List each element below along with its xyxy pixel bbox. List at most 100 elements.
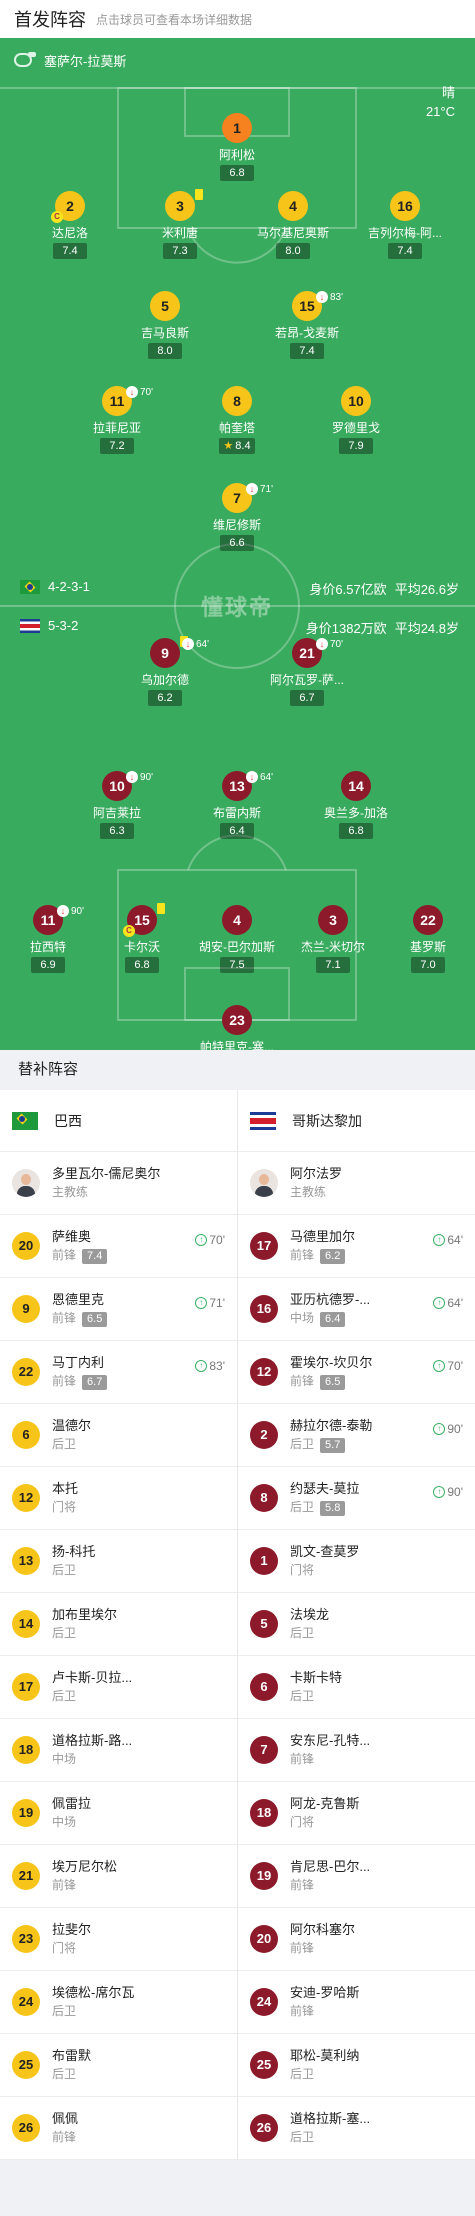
home-sub-row[interactable]: 23 拉斐尔 门将 xyxy=(0,1908,237,1971)
away-coach-row[interactable]: 阿尔法罗 主教练 xyxy=(238,1152,475,1215)
player-guimaraes[interactable]: 5 吉马良斯 8.0 xyxy=(110,291,220,359)
sub-info: 法埃龙 后卫 xyxy=(290,1606,329,1642)
sub-name: 凯文-查莫罗 xyxy=(290,1544,360,1559)
player-ramos[interactable]: 22 基罗斯 7.0 xyxy=(373,905,475,973)
sub-position: 中场 xyxy=(52,1813,91,1831)
home-sub-row[interactable]: 21 埃万尼尔松 前锋 xyxy=(0,1845,237,1908)
player-vargas[interactable]: 4 胡安-巴尔加斯 7.5 xyxy=(182,905,292,973)
home-sub-row[interactable]: 18 道格拉斯-路... 中场 xyxy=(0,1719,237,1782)
home-sub-row[interactable]: 25 布雷默 后卫 xyxy=(0,2034,237,2097)
rating-value: 6.6 xyxy=(229,537,245,549)
sub-number: 6 xyxy=(12,1421,40,1449)
sub-info: 马丁内利 前锋 6.7 xyxy=(52,1354,108,1390)
sub-off-indicator: ↓ 71' xyxy=(246,483,273,495)
home-sub-row[interactable]: 19 佩雷拉 中场 xyxy=(0,1782,237,1845)
player-marquinhos[interactable]: 4 马尔基尼奥斯 8.0 xyxy=(238,191,348,259)
away-sub-row[interactable]: 8 约瑟夫-莫拉 后卫 5.8 ↑ 90' xyxy=(238,1467,475,1530)
player-name: 阿利松 xyxy=(218,148,255,162)
player-number: 4 xyxy=(278,191,308,221)
player-raphinha[interactable]: 11 ↓ 70' 拉菲尼亚 7.2 xyxy=(62,386,172,454)
home-sub-row[interactable]: 9 恩德里克 前锋 6.5 ↑ 71' xyxy=(0,1278,237,1341)
away-sub-row[interactable]: 16 亚历杭德罗-... 中场 6.4 ↑ 64' xyxy=(238,1278,475,1341)
sub-minute: 83' xyxy=(330,291,344,303)
substitution-in-icon: ↑ xyxy=(195,1234,208,1246)
brazil-flag-icon xyxy=(20,579,40,594)
home-sub-row[interactable]: 6 温德尔 后卫 xyxy=(0,1404,237,1467)
home-coach-row[interactable]: 多里瓦尔-儒尼奥尔 主教练 xyxy=(0,1152,237,1215)
substitution-out-icon: ↓ xyxy=(246,771,258,783)
player-telles[interactable]: 16 吉列尔梅-阿... 7.4 xyxy=(350,191,460,259)
sub-position: 后卫 xyxy=(52,1561,95,1579)
away-sub-row[interactable]: 2 赫拉尔德-泰勒 后卫 5.7 ↑ 90' xyxy=(238,1404,475,1467)
home-team-name: 巴西 xyxy=(54,1112,82,1129)
player-zamora[interactable]: 21 ↓ 70' 阿尔瓦罗-萨... 6.7 xyxy=(252,638,362,706)
away-formation-text: 5-3-2 xyxy=(48,618,79,633)
away-sub-row[interactable]: 5 法埃龙 后卫 xyxy=(238,1593,475,1656)
sub-info: 卢卡斯-贝拉... 后卫 xyxy=(52,1669,132,1705)
away-sub-row[interactable]: 24 安迪-罗哈斯 前锋 xyxy=(238,1971,475,2034)
sub-in-minute: 90' xyxy=(447,1485,463,1499)
player-brenes[interactable]: 13 ↓ 64' 布雷内斯 6.4 xyxy=(182,771,292,839)
home-sub-row[interactable]: 12 本托 门将 xyxy=(0,1467,237,1530)
sub-number: 25 xyxy=(250,2051,278,2079)
player-vinicius[interactable]: 7 ↓ 71' 维尼修斯 6.6 xyxy=(182,483,292,551)
sub-position-text: 后卫 xyxy=(52,1437,77,1451)
rating-value: 6.2 xyxy=(157,692,173,704)
player-aguilera[interactable]: 10 ↓ 90' 阿吉莱拉 6.3 xyxy=(62,771,172,839)
team-bar: 塞萨尔-拉莫斯 xyxy=(0,46,126,74)
player-calvo[interactable]: 15 C 卡尔沃 6.8 xyxy=(87,903,197,973)
home-sub-row[interactable]: 13 扬-科托 后卫 xyxy=(0,1530,237,1593)
sub-name: 马丁内利 xyxy=(52,1355,105,1370)
player-paqueta[interactable]: 8 帕奎塔 ★ 8.4 xyxy=(182,386,292,454)
sub-in-indicator: ↑ 64' xyxy=(433,1296,463,1310)
sub-minute: 90' xyxy=(71,905,85,917)
rating-value: 6.7 xyxy=(299,692,315,704)
home-sub-row[interactable]: 22 马丁内利 前锋 6.7 ↑ 83' xyxy=(0,1341,237,1404)
away-sub-row[interactable]: 25 耶松-莫利纳 后卫 xyxy=(238,2034,475,2097)
away-sub-row[interactable]: 17 马德里加尔 前锋 6.2 ↑ 64' xyxy=(238,1215,475,1278)
sub-position: 后卫 xyxy=(52,2002,134,2020)
yellow-card-icon xyxy=(195,189,203,200)
away-sub-row[interactable]: 18 阿龙-克鲁斯 门将 xyxy=(238,1782,475,1845)
sub-number: 18 xyxy=(250,1799,278,1827)
sub-info: 凯文-查莫罗 门将 xyxy=(290,1543,359,1579)
player-ugalde[interactable]: 9 ↓ 64' 乌加尔德 6.2 xyxy=(110,636,220,706)
away-sub-row[interactable]: 7 安东尼-孔特... 前锋 xyxy=(238,1719,475,1782)
sub-position-text: 后卫 xyxy=(52,2067,77,2081)
away-sub-row[interactable]: 19 肯尼思-巴尔... 前锋 xyxy=(238,1845,475,1908)
player-number: 1 xyxy=(222,113,252,143)
player-sequeira[interactable]: 23帕特里克-塞...7.7 xyxy=(182,1005,292,1050)
sub-in-indicator: ↑ 90' xyxy=(433,1485,463,1499)
sub-off-indicator: ↓ 90' xyxy=(57,905,84,917)
home-sub-row[interactable]: 20 萨维奥 前锋 7.4 ↑ 70' xyxy=(0,1215,237,1278)
player-alisson[interactable]: 1 阿利松 6.8 xyxy=(182,113,292,181)
sub-name: 萨维奥 xyxy=(52,1229,92,1244)
home-sub-row[interactable]: 17 卢卡斯-贝拉... 后卫 xyxy=(0,1656,237,1719)
player-militao[interactable]: 3 米利唐 7.3 xyxy=(125,189,235,259)
away-sub-row[interactable]: 1 凯文-查莫罗 门将 xyxy=(238,1530,475,1593)
player-rodrygo[interactable]: 10 罗德里戈 7.9 xyxy=(301,386,411,454)
sub-position-text: 门将 xyxy=(52,1500,77,1514)
rating-value: 8.0 xyxy=(157,345,173,357)
away-sub-row[interactable]: 20 阿尔科塞尔 前锋 xyxy=(238,1908,475,1971)
away-sub-row[interactable]: 6 卡斯卡特 后卫 xyxy=(238,1656,475,1719)
sub-number: 21 xyxy=(12,1862,40,1890)
player-gomez[interactable]: 15 ↓ 83' 若昂-戈麦斯 7.4 xyxy=(252,291,362,359)
away-sub-row[interactable]: 26 道格拉斯-塞... 后卫 xyxy=(238,2097,475,2160)
player-mitchell[interactable]: 3 杰兰-米切尔 7.1 xyxy=(278,905,388,973)
home-sub-row[interactable]: 26 佩佩 前锋 xyxy=(0,2097,237,2160)
player-galo[interactable]: 14 奥兰多-加洛 6.8 xyxy=(301,771,411,839)
sub-info: 约瑟夫-莫拉 后卫 5.8 xyxy=(290,1480,359,1516)
player-rating: 6.8 xyxy=(339,823,373,839)
sub-minute: 70' xyxy=(140,386,154,398)
home-coach-name: 多里瓦尔-儒尼奥尔 xyxy=(52,1166,161,1181)
player-danilo[interactable]: 2 C 达尼洛 7.4 xyxy=(15,191,125,259)
home-sub-row[interactable]: 14 加布里埃尔 后卫 xyxy=(0,1593,237,1656)
away-sub-row[interactable]: 12 霍埃尔-坎贝尔 前锋 6.5 ↑ 70' xyxy=(238,1341,475,1404)
home-sub-row[interactable]: 24 埃德松-席尔瓦 后卫 xyxy=(0,1971,237,2034)
sub-info: 本托 门将 xyxy=(52,1480,78,1516)
sub-position: 门将 xyxy=(52,1498,78,1516)
away-coach-role: 主教练 xyxy=(290,1185,327,1199)
player-number: 8 xyxy=(222,386,252,416)
sub-info: 马德里加尔 前锋 6.2 xyxy=(290,1228,355,1264)
